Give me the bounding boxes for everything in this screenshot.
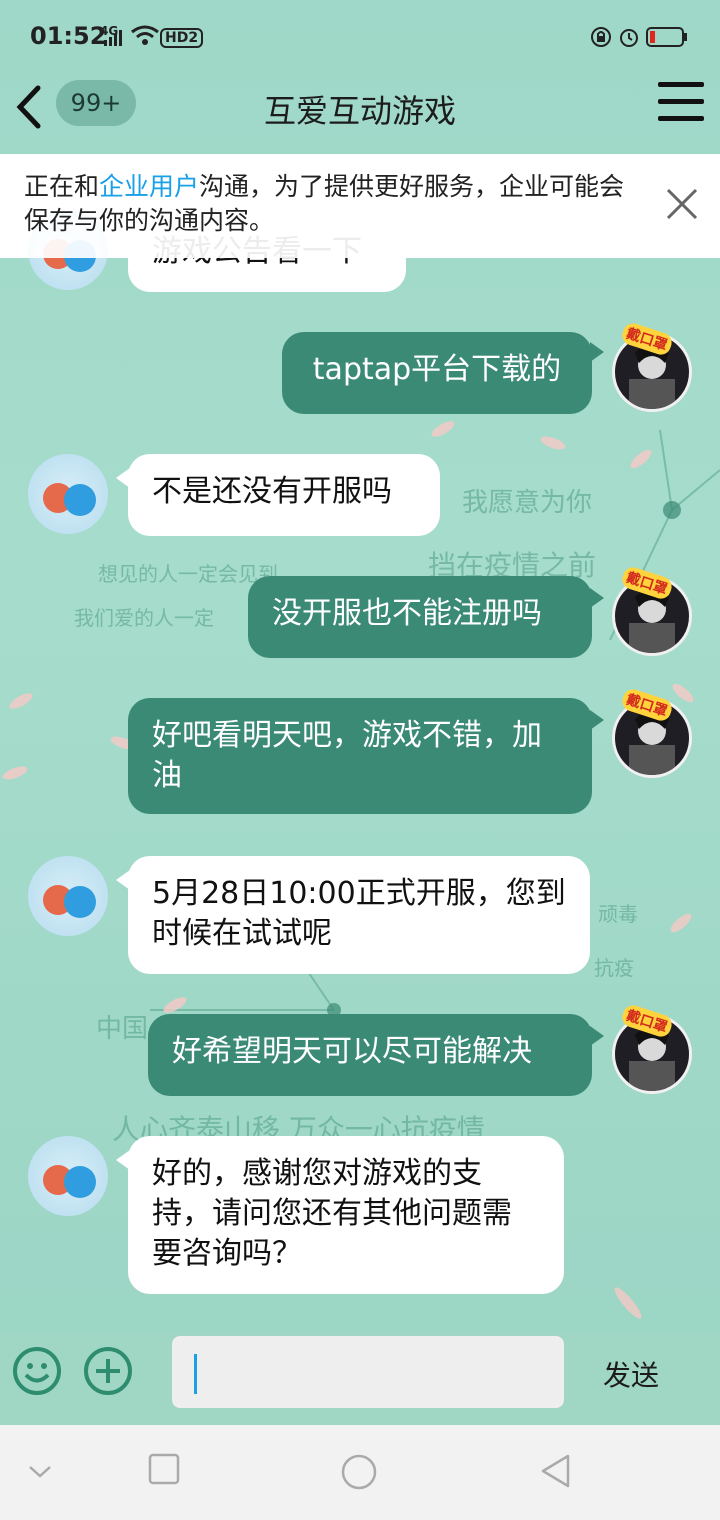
game-logo-icon [43, 885, 96, 918]
system-nav-bar [0, 1425, 720, 1520]
chat-header: 99+ 互爱互动游戏 [0, 66, 720, 154]
recent-apps-icon[interactable] [148, 1453, 180, 1485]
home-icon[interactable] [340, 1453, 378, 1491]
bubble-tail [590, 1026, 604, 1046]
chat-title: 互爱互动游戏 [263, 92, 456, 130]
status-bar: 01:52 4G HD2 [0, 0, 720, 66]
game-avatar[interactable] [28, 454, 108, 534]
message-bubble[interactable]: taptap平台下载的 [282, 332, 592, 414]
bubble-tail [590, 710, 604, 730]
message-text: 5月28日10:00正式开服，您到时候在试试呢 [152, 876, 566, 951]
menu-icon[interactable] [658, 82, 704, 124]
plus-icon[interactable] [83, 1346, 133, 1396]
message-text: 没开服也不能注册吗 [272, 596, 542, 631]
chevron-down-icon[interactable] [26, 1461, 54, 1481]
alarm-icon [620, 29, 638, 47]
message-bubble[interactable]: 5月28日10:00正式开服，您到时候在试试呢 [128, 856, 590, 974]
message-text: taptap平台下载的 [312, 352, 562, 387]
game-logo-icon [43, 483, 96, 516]
emoji-icon[interactable] [12, 1346, 62, 1396]
message-bubble[interactable]: 不是还没有开服吗 [128, 454, 440, 536]
message-input-bar: 发送 [0, 1334, 720, 1425]
message-input[interactable] [172, 1336, 564, 1408]
message-text: 好希望明天可以尽可能解决 [172, 1034, 532, 1069]
battery-icon [646, 27, 687, 47]
hd-icon: HD2 [160, 28, 204, 48]
message-text: 好吧看明天吧，游戏不错，加油 [152, 718, 542, 793]
message-bubble[interactable]: 好吧看明天吧，游戏不错，加油 [128, 698, 592, 814]
send-button[interactable]: 发送 [596, 1354, 666, 1394]
lock-rotation-icon [591, 27, 611, 47]
game-avatar[interactable] [28, 856, 108, 936]
message-bubble[interactable]: 没开服也不能注册吗 [248, 576, 592, 658]
message-text: 好的，感谢您对游戏的支持，请问您还有其他问题需要咨询吗？ [152, 1156, 512, 1271]
message-text: 游戏公告看一下 [152, 234, 362, 269]
text-cursor [194, 1354, 197, 1394]
wifi-icon [131, 25, 159, 45]
message-bubble[interactable]: 好希望明天可以尽可能解决 [148, 1014, 592, 1096]
signal-icon [104, 30, 122, 46]
bubble-tail [590, 342, 604, 362]
notice-text-overlay: 正在和企业用户沟通，为了提供更好服务，企业可能会保存与你的沟通内容。 [24, 172, 625, 235]
message-text: 不是还没有开服吗 [152, 474, 392, 509]
message-bubble[interactable]: 好的，感谢您对游戏的支持，请问您还有其他问题需要咨询吗？ [128, 1136, 564, 1294]
close-icon[interactable] [664, 186, 700, 222]
status-time: 01:52 [30, 22, 107, 50]
bubble-tail [590, 588, 604, 608]
game-logo-icon [43, 1165, 96, 1198]
game-avatar[interactable] [28, 1136, 108, 1216]
chat-screen: 我愿意为你 挡在疫情之前 想见的人一定会见到 我们爱的人一定 顽毒 抗疫 中国 … [0, 0, 720, 1520]
back-nav-icon[interactable] [538, 1453, 572, 1489]
